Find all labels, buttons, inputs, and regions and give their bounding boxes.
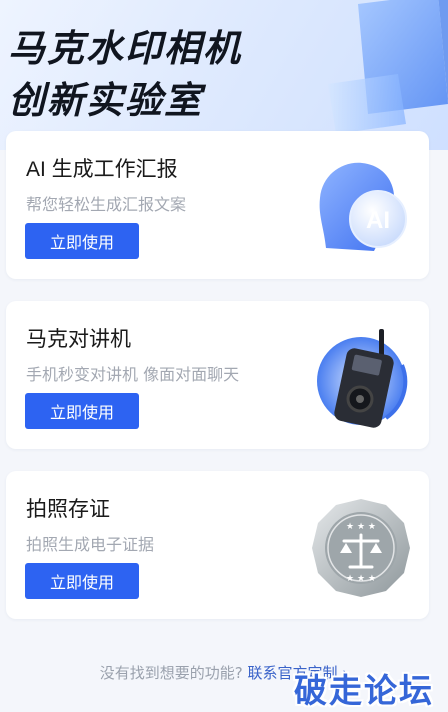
use-now-button-ai-report[interactable]: 立即使用 <box>25 223 139 259</box>
page-title-line1: 马克水印相机 <box>8 27 242 70</box>
hero-banner: 马克水印相机 创新实验室 <box>0 0 448 150</box>
ai-head-icon: AI <box>319 162 407 251</box>
feature-card-ai-report: AI 生成工作汇报 帮您轻松生成汇报文案 立即使用 AI <box>6 131 429 279</box>
ai-badge-text: AI <box>366 207 390 234</box>
card-title: 马克对讲机 <box>26 328 131 351</box>
walkie-talkie-icon <box>317 329 408 428</box>
use-now-button-photo-evidence[interactable]: 立即使用 <box>25 563 139 599</box>
card-subtitle: 帮您轻松生成汇报文案 <box>26 195 187 214</box>
scale-seal-icon: ★ ★ ★ ★ ★ ★ <box>312 499 410 597</box>
svg-text:★ ★ ★: ★ ★ ★ <box>346 574 376 584</box>
card-title: AI 生成工作汇报 <box>26 158 178 181</box>
page-title-line2: 创新实验室 <box>8 79 203 122</box>
use-now-button-walkie-talkie[interactable]: 立即使用 <box>25 393 139 429</box>
svg-text:★ ★ ★: ★ ★ ★ <box>346 522 376 532</box>
card-title: 拍照存证 <box>26 498 110 521</box>
card-subtitle: 拍照生成电子证据 <box>26 535 155 554</box>
decorative-book-art <box>328 0 448 134</box>
feature-card-walkie-talkie: 马克对讲机 手机秒变对讲机 像面对面聊天 立即使用 <box>6 301 429 449</box>
card-subtitle: 手机秒变对讲机 像面对面聊天 <box>26 365 240 384</box>
forum-watermark: 破走论坛 <box>294 671 434 710</box>
footer-question: 没有找到想要的功能? <box>99 664 243 682</box>
feature-card-photo-evidence: 拍照存证 拍照生成电子证据 立即使用 ★ ★ ★ ★ ★ ★ <box>6 471 429 619</box>
